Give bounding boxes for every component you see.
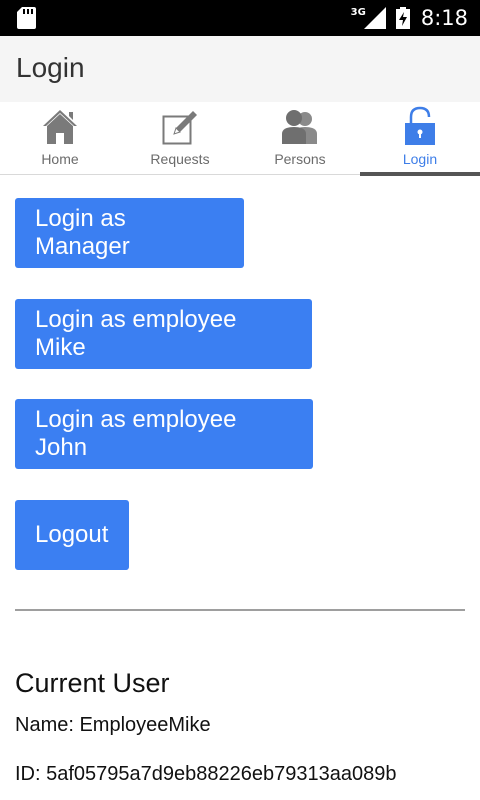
unlock-icon [405,106,435,145]
tab-login-label: Login [402,151,438,167]
status-icons: 3G 8:18 [351,0,468,36]
status-bar: 3G 8:18 [0,0,480,36]
active-tab-indicator [360,172,480,176]
divider [15,609,465,611]
current-user-id: ID: 5af05795a7d9eb88226eb79313aa089b [15,763,397,785]
logout-button[interactable]: Logout [15,500,129,570]
tab-persons-label: Persons [274,151,326,167]
sd-card-icon [17,7,36,29]
persons-icon [282,110,317,144]
battery-charging-icon [395,7,410,29]
app-bar: Login [0,36,480,102]
edit-icon [162,111,197,145]
current-user-heading: Current User [15,668,170,698]
status-time: 8:18 [420,6,468,30]
tab-requests[interactable]: Requests [120,102,240,175]
signal-icon [363,7,386,29]
current-user-name: Name: EmployeeMike [15,714,211,736]
tab-bar: Home Requests Persons Login [0,102,480,176]
home-icon [43,110,77,144]
login-mike-button[interactable]: Login as employee Mike [15,299,312,369]
tab-persons[interactable]: Persons [240,102,360,175]
login-john-button[interactable]: Login as employee John [15,399,313,469]
page-title: Login [16,52,85,83]
login-manager-button[interactable]: Login as Manager [15,198,244,268]
tab-requests-label: Requests [150,151,210,167]
tab-home-label: Home [41,151,79,167]
tab-home[interactable]: Home [0,102,120,175]
tab-login[interactable]: Login [360,102,480,175]
